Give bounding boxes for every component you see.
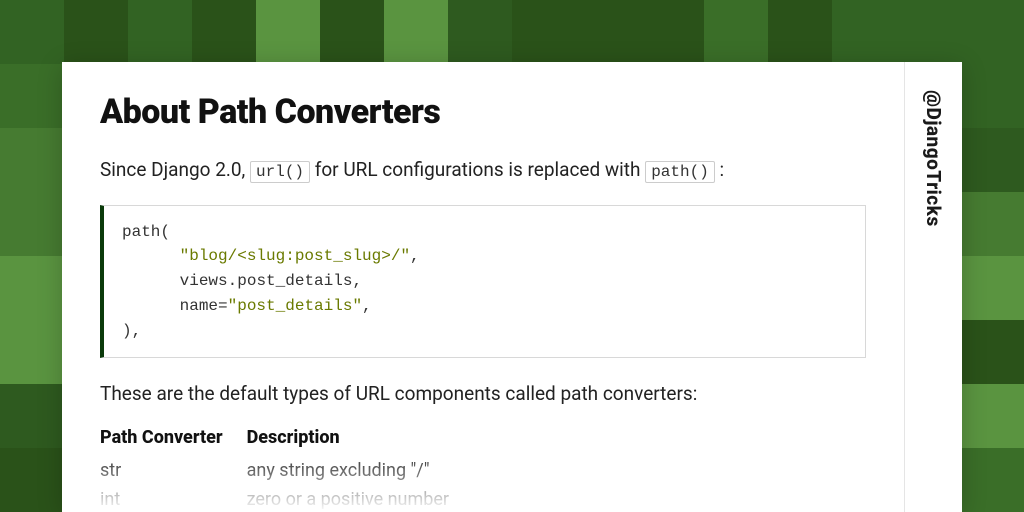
table-cell: any string excluding "/"	[247, 456, 473, 485]
code-token: ,	[410, 247, 420, 265]
table-row: str any string excluding "/"	[100, 456, 473, 485]
code-block: path( "blog/<slug:post_slug>/", views.po…	[100, 205, 866, 359]
code-token: ),	[122, 322, 141, 340]
intro-text: :	[715, 158, 724, 181]
code-token: name	[180, 297, 218, 315]
code-token: (	[160, 223, 170, 241]
table-header: Description	[247, 423, 473, 456]
page-title: About Path Converters	[100, 92, 866, 132]
code-token: =	[218, 297, 228, 315]
sidebar: @DjangoTricks	[904, 62, 962, 512]
code-inline-path: path()	[645, 161, 715, 183]
code-inline-url: url()	[250, 161, 310, 183]
code-token: "post_details"	[228, 297, 362, 315]
content-card: About Path Converters Since Django 2.0, …	[62, 62, 962, 512]
code-token: post_details	[237, 272, 352, 290]
intro-text: for URL configurations is replaced with	[310, 158, 645, 181]
code-token: path	[122, 223, 160, 241]
main-column: About Path Converters Since Django 2.0, …	[62, 62, 904, 512]
table-cell: int	[100, 485, 247, 512]
converters-table: Path Converter Description str any strin…	[100, 423, 473, 512]
code-token: .	[228, 272, 238, 290]
code-token: views	[180, 272, 228, 290]
table-header-row: Path Converter Description	[100, 423, 473, 456]
code-token: ,	[352, 272, 362, 290]
table-cell: str	[100, 456, 247, 485]
code-token: "blog/<slug:post_slug>/"	[180, 247, 410, 265]
table-intro: These are the default types of URL compo…	[100, 382, 866, 405]
table-row: int zero or a positive number	[100, 485, 473, 512]
code-token: ,	[362, 297, 372, 315]
table-header: Path Converter	[100, 423, 247, 456]
table-cell: zero or a positive number	[247, 485, 473, 512]
author-handle: @DjangoTricks	[922, 90, 945, 227]
intro-text: Since Django 2.0,	[100, 158, 250, 181]
intro-paragraph: Since Django 2.0, url() for URL configur…	[100, 156, 866, 185]
